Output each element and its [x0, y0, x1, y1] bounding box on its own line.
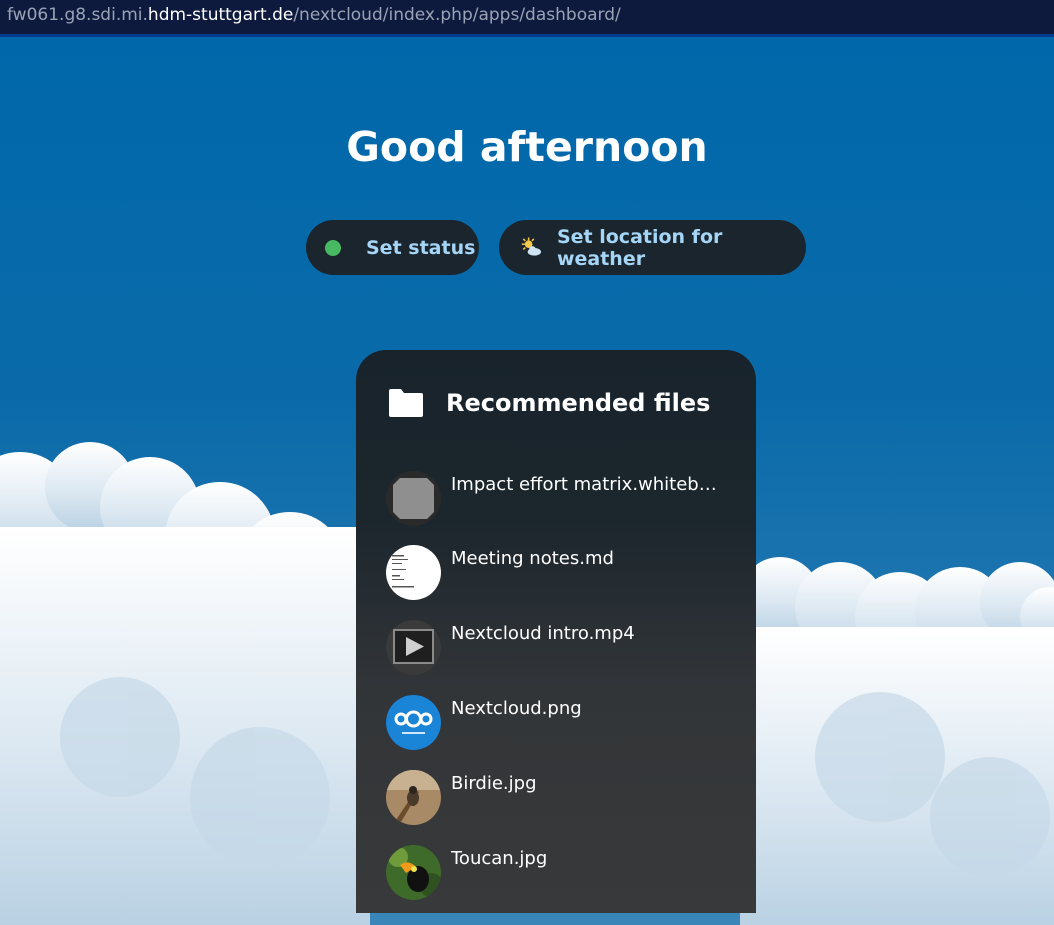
set-status-button[interactable]: Set status	[306, 220, 479, 275]
address-bar[interactable]: fw061.g8.sdi.mi.hdm-stuttgart.de/nextclo…	[0, 0, 1054, 37]
url-host: hdm-stuttgart.de	[147, 5, 294, 25]
nextcloud-logo-thumbnail	[386, 695, 441, 750]
document-thumbnail	[386, 545, 441, 600]
file-item-whiteboard[interactable]: Impact effort matrix.whiteboard	[386, 471, 746, 527]
whiteboard-thumbnail	[386, 471, 441, 526]
url-path: /nextcloud/index.php/apps/dashboard/	[293, 5, 621, 25]
file-name: Meeting notes.md	[451, 548, 614, 569]
file-item-nextcloud-png[interactable]: Nextcloud.png	[386, 695, 746, 751]
set-status-label: Set status	[366, 236, 476, 259]
file-name: Birdie.jpg	[451, 773, 537, 794]
file-item-toucan[interactable]: Toucan.jpg	[386, 845, 746, 901]
set-weather-location-button[interactable]: Set location for weather	[499, 220, 806, 275]
file-item-meeting-notes[interactable]: Meeting notes.md	[386, 545, 746, 601]
bird-photo-thumbnail	[386, 770, 441, 825]
file-name: Impact effort matrix.whiteboard	[451, 474, 726, 495]
file-name: Toucan.jpg	[451, 848, 548, 869]
file-item-intro-video[interactable]: Nextcloud intro.mp4	[386, 620, 746, 676]
online-status-dot	[325, 239, 341, 256]
partly-sunny-icon	[521, 236, 542, 256]
url-prefix: fw061.g8.sdi.mi.	[7, 5, 148, 25]
toucan-photo-thumbnail	[386, 845, 441, 900]
greeting-heading: Good afternoon	[346, 123, 708, 171]
recommended-files-title: Recommended files	[446, 389, 711, 417]
set-weather-label: Set location for weather	[556, 225, 723, 270]
folder-icon	[389, 389, 423, 417]
video-thumbnail	[386, 620, 441, 675]
recommended-files-widget: Recommended files Impact effort matrix.w…	[356, 350, 756, 913]
file-item-birdie[interactable]: Birdie.jpg	[386, 770, 746, 826]
file-name: Nextcloud intro.mp4	[451, 623, 635, 644]
dashboard-background: Good afternoon Set status Set location f…	[0, 37, 1054, 925]
file-name: Nextcloud.png	[451, 698, 582, 719]
